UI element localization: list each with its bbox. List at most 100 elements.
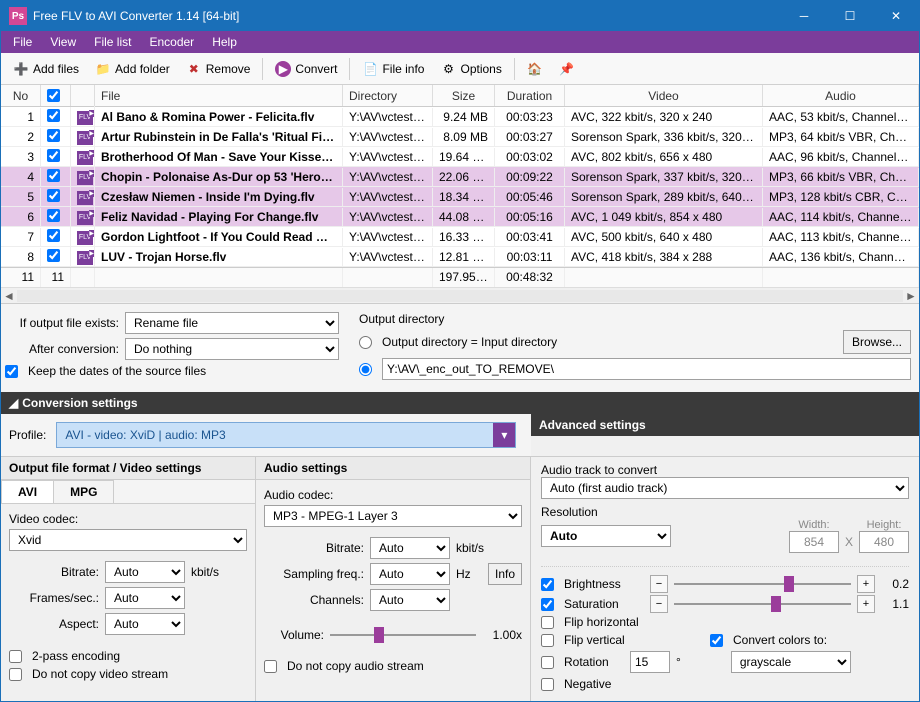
table-row[interactable]: 5FLVCzesław Niemen - Inside I'm Dying.fl… [1, 187, 919, 207]
table-row[interactable]: 2FLVArtur Rubinstein in De Falla's 'Ritu… [1, 127, 919, 147]
scroll-right-icon[interactable]: ► [903, 289, 919, 303]
track-select[interactable]: Auto (first audio track) [541, 477, 909, 499]
vbitrate-select[interactable]: Auto [105, 561, 185, 583]
col-no[interactable]: No [1, 85, 41, 106]
fliph-check[interactable] [541, 616, 554, 629]
col-vid[interactable]: Video [565, 85, 763, 106]
table-row[interactable]: 7FLVGordon Lightfoot - If You Could Read… [1, 227, 919, 247]
row-check[interactable] [47, 169, 60, 182]
brightness-slider[interactable] [674, 576, 851, 592]
add-files-button[interactable]: ➕Add files [7, 58, 85, 80]
flipv-check[interactable] [541, 634, 554, 647]
tab-avi[interactable]: AVI [1, 480, 54, 503]
acodec-select[interactable]: MP3 - MPEG-1 Layer 3 [264, 505, 522, 527]
add-folder-button[interactable]: 📁Add folder [89, 58, 176, 80]
home-button[interactable]: 🏠 [521, 58, 549, 80]
browse-button[interactable]: Browse... [843, 330, 911, 354]
nocopy-video-check[interactable] [9, 668, 22, 681]
col-aud[interactable]: Audio [763, 85, 919, 106]
row-check[interactable] [47, 109, 60, 122]
if-exists-select[interactable]: Rename file [125, 312, 339, 334]
twopass-check[interactable] [9, 650, 22, 663]
remove-button[interactable]: ✖Remove [180, 58, 257, 80]
info-button[interactable]: Info [488, 563, 522, 585]
fps-select[interactable]: Auto [105, 587, 185, 609]
chevron-down-icon: ▾ [493, 423, 515, 447]
row-check[interactable] [47, 249, 60, 262]
col-check[interactable] [41, 85, 71, 106]
video-panel-title: Output file format / Video settings [1, 457, 255, 480]
row-check[interactable] [47, 229, 60, 242]
convert-colors-check[interactable] [710, 634, 723, 647]
scroll-left-icon[interactable]: ◄ [1, 289, 17, 303]
channels-select[interactable]: Auto [370, 589, 450, 611]
saturation-plus[interactable]: + [857, 595, 875, 613]
tab-mpg[interactable]: MPG [53, 480, 114, 503]
outdir-input[interactable] [382, 358, 911, 380]
brightness-plus[interactable]: + [857, 575, 875, 593]
row-check[interactable] [47, 189, 60, 202]
rotation-check[interactable] [541, 656, 554, 669]
close-button[interactable]: ✕ [873, 1, 919, 31]
menu-file[interactable]: File [5, 33, 40, 51]
menu-encoder[interactable]: Encoder [141, 33, 202, 51]
menubar: File View File list Encoder Help [1, 31, 919, 53]
path-radio[interactable] [359, 363, 372, 376]
table-row[interactable]: 3FLVBrotherhood Of Man - Save Your Kisse… [1, 147, 919, 167]
check-all[interactable] [47, 89, 60, 102]
rotation-input[interactable] [630, 651, 670, 673]
col-file[interactable]: File [95, 85, 343, 106]
options-button[interactable]: ⚙Options [434, 58, 507, 80]
negative-check[interactable] [541, 678, 554, 691]
file-grid: No File Directory Size Duration Video Au… [1, 85, 919, 304]
conversion-header[interactable]: ◢Conversion settings [1, 392, 919, 414]
minimize-button[interactable]: ─ [781, 1, 827, 31]
abitrate-select[interactable]: Auto [370, 537, 450, 559]
file-info-icon: 📄 [362, 61, 378, 77]
convert-button[interactable]: ▶Convert [269, 58, 343, 80]
vbitrate-label: Bitrate: [9, 565, 99, 579]
saturation-minus[interactable]: − [650, 595, 668, 613]
keep-dates-check[interactable] [5, 365, 18, 378]
flv-icon: FLV [77, 151, 93, 165]
table-row[interactable]: 1FLVAl Bano & Romina Power - Felicita.fl… [1, 107, 919, 127]
saturation-check[interactable] [541, 598, 554, 611]
table-row[interactable]: 8FLVLUV - Trojan Horse.flvY:\AV\vctest\f… [1, 247, 919, 267]
fps-label: Frames/sec.: [9, 591, 99, 605]
flv-icon: FLV [77, 211, 93, 225]
menu-filelist[interactable]: File list [86, 33, 139, 51]
row-check[interactable] [47, 149, 60, 162]
nocopy-audio-check[interactable] [264, 660, 277, 673]
h-scrollbar[interactable]: ◄ ► [1, 287, 919, 303]
convert-icon: ▶ [275, 61, 291, 77]
grid-body: 1FLVAl Bano & Romina Power - Felicita.fl… [1, 107, 919, 267]
flv-icon: FLV [77, 131, 93, 145]
col-dir[interactable]: Directory [343, 85, 433, 106]
grayscale-select[interactable]: grayscale [731, 651, 851, 673]
pin-button[interactable]: 📌 [553, 58, 581, 80]
maximize-button[interactable]: ☐ [827, 1, 873, 31]
saturation-slider[interactable] [674, 596, 851, 612]
grid-summary: 11 11 197.95 MB 00:48:32 [1, 267, 919, 287]
table-row[interactable]: 4FLVChopin - Polonaise As-Dur op 53 'Her… [1, 167, 919, 187]
menu-view[interactable]: View [42, 33, 84, 51]
col-dur[interactable]: Duration [495, 85, 565, 106]
aspect-select[interactable]: Auto [105, 613, 185, 635]
after-conv-select[interactable]: Do nothing [125, 338, 339, 360]
brightness-check[interactable] [541, 578, 554, 591]
degree-icon: ° [676, 655, 681, 669]
volume-slider[interactable] [330, 627, 476, 643]
freq-select[interactable]: Auto [370, 563, 450, 585]
profile-select[interactable]: AVI - video: XviD | audio: MP3 ▾ [56, 422, 516, 448]
same-dir-radio[interactable] [359, 336, 372, 349]
res-select[interactable]: Auto [541, 525, 671, 547]
row-check[interactable] [47, 209, 60, 222]
brightness-minus[interactable]: − [650, 575, 668, 593]
menu-help[interactable]: Help [204, 33, 245, 51]
add-files-icon: ➕ [13, 61, 29, 77]
col-size[interactable]: Size [433, 85, 495, 106]
row-check[interactable] [47, 129, 60, 142]
file-info-button[interactable]: 📄File info [356, 58, 430, 80]
table-row[interactable]: 6FLVFeliz Navidad - Playing For Change.f… [1, 207, 919, 227]
vcodec-select[interactable]: Xvid [9, 529, 247, 551]
